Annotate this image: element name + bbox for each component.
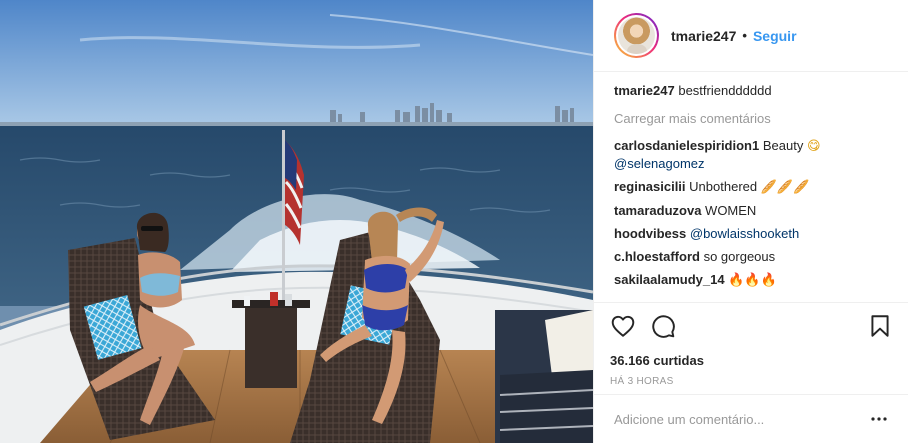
comment-text: WOMEN (705, 203, 757, 218)
post-photo-image (0, 0, 593, 443)
comment-text: Beauty (762, 138, 807, 153)
heart-icon[interactable] (610, 313, 636, 339)
comment-input[interactable] (614, 411, 869, 427)
comment-item: carlosdanielespiridion1 Beauty 😋 @selena… (614, 137, 894, 172)
comment-item: hoodvibess @bowlaisshooketh (614, 225, 894, 242)
load-more-comments-link[interactable]: Carregar mais comentários (614, 111, 894, 126)
post-actions: 36.166 curtidas HÁ 3 HORAS (594, 302, 908, 387)
more-options-icon[interactable] (869, 409, 889, 429)
comment-item: tamaraduzova WOMEN (614, 202, 894, 219)
comment-mention[interactable]: @selenagomez (614, 156, 705, 171)
comment-mention[interactable]: @bowlaisshooketh (690, 226, 799, 241)
post-timestamp[interactable]: HÁ 3 HORAS (610, 376, 893, 387)
comment-text: Unbothered (689, 179, 761, 194)
header-username[interactable]: tmarie247 (671, 28, 736, 44)
post-header: tmarie247 • Seguir (594, 0, 908, 72)
instagram-post: tmarie247 • Seguir tmarie247 bestfriendd… (0, 0, 908, 443)
comment-item: reginasicilii Unbothered 🥖🥖🥖 (614, 178, 894, 196)
likes-count[interactable]: 36.166 curtidas (610, 353, 893, 368)
profile-avatar-icon (618, 17, 655, 54)
comments-list: tmarie247 bestfriendddddd Carregar mais … (614, 82, 894, 295)
follow-button[interactable]: Seguir (753, 28, 797, 44)
action-icons-row (610, 313, 893, 341)
comment-item: sakilaalamudy_14 🔥🔥🔥 (614, 271, 894, 289)
yum-emoji-icon: 😋 (806, 139, 821, 154)
comment-username[interactable]: reginasicilii (614, 179, 686, 194)
post-photo[interactable] (0, 0, 593, 443)
comment-username[interactable]: c.hloestafford (614, 249, 700, 264)
comment-username[interactable]: sakilaalamudy_14 (614, 272, 725, 287)
comment-icon[interactable] (650, 313, 676, 339)
caption-text: bestfriendddddd (678, 83, 772, 98)
caption-username[interactable]: tmarie247 (614, 83, 675, 98)
caption: tmarie247 bestfriendddddd (614, 82, 894, 99)
header-separator: • (742, 28, 747, 43)
fire-emoji-icon: 🔥🔥🔥 (728, 273, 777, 288)
comment-item: c.hloestafford so gorgeous (614, 248, 894, 265)
comment-username[interactable]: tamaraduzova (614, 203, 701, 218)
comment-text: so gorgeous (703, 249, 776, 264)
comment-username[interactable]: carlosdanielespiridion1 (614, 138, 759, 153)
add-comment-bar (594, 394, 908, 443)
avatar[interactable] (614, 13, 659, 58)
comment-username[interactable]: hoodvibess (614, 226, 686, 241)
post-side-panel: tmarie247 • Seguir tmarie247 bestfriendd… (593, 0, 908, 443)
baguette-emoji-icon: 🥖🥖🥖 (760, 180, 810, 195)
bookmark-icon[interactable] (867, 313, 893, 339)
